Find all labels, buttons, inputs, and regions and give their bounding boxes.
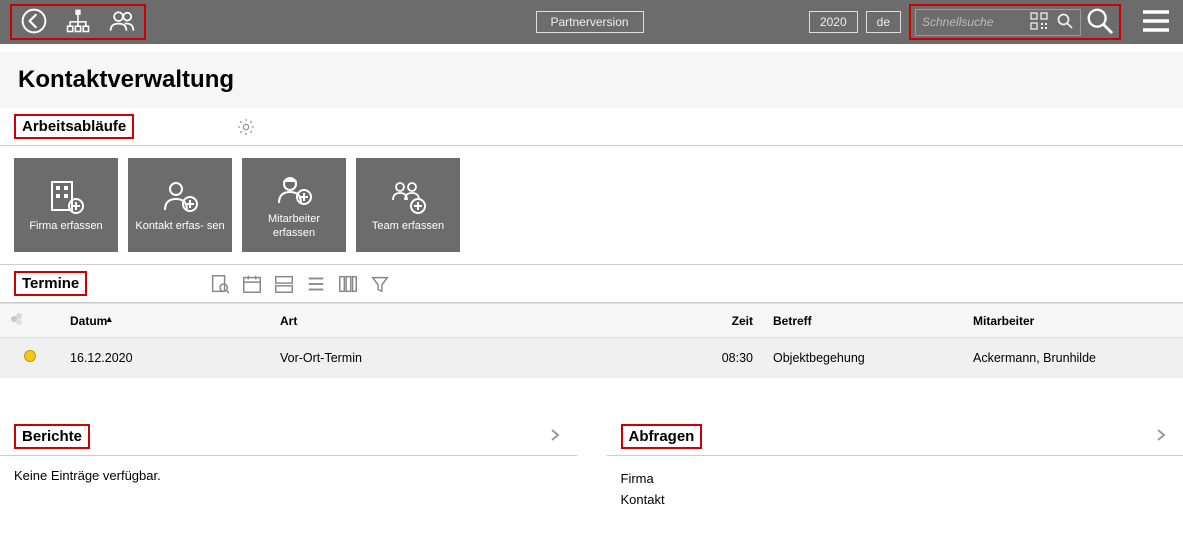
tile-label: Team erfassen: [372, 220, 444, 234]
language-selector[interactable]: de: [866, 11, 901, 33]
chevron-right-icon[interactable]: [547, 427, 563, 446]
search-icon-small[interactable]: [1056, 12, 1074, 33]
filter-icon[interactable]: [369, 273, 391, 295]
status-dot-icon: [24, 350, 36, 362]
qr-icon[interactable]: [1030, 12, 1048, 33]
reports-header: Berichte: [0, 418, 577, 456]
workflows-header: Arbeitsabläufe: [0, 108, 1183, 146]
reports-title: Berichte: [22, 428, 82, 445]
search-icon[interactable]: [1085, 6, 1115, 39]
tile-create-company[interactable]: Firma erfassen: [14, 158, 118, 252]
appointments-table: Datum ▲ Art Zeit Betreff Mitarbeiter 16.…: [0, 303, 1183, 378]
bottom-columns: Berichte Keine Einträge verfügbar. Abfra…: [0, 418, 1183, 522]
sort-asc-icon: ▲: [105, 314, 114, 324]
partner-version-badge[interactable]: Partnerversion: [536, 11, 644, 33]
chevron-right-icon[interactable]: [1153, 427, 1169, 446]
cell-type: Vor-Ort-Termin: [270, 338, 673, 378]
menu-icon[interactable]: [1139, 4, 1173, 41]
appointments-title: Termine: [22, 275, 79, 292]
reports-empty-text: Keine Einträge verfügbar.: [14, 468, 161, 483]
quick-search-input[interactable]: [922, 15, 1022, 29]
query-item-firma[interactable]: Firma: [621, 468, 1170, 489]
workflows-section: Arbeitsabläufe Firma erfassen Kontakt er…: [0, 108, 1183, 264]
people-icon[interactable]: [108, 7, 136, 38]
tile-create-contact[interactable]: Kontakt erfas- sen: [128, 158, 232, 252]
top-bar: Partnerversion 2020 de: [0, 0, 1183, 44]
org-chart-icon[interactable]: [64, 7, 92, 38]
queries-title: Abfragen: [629, 428, 695, 445]
calendar-icon[interactable]: [241, 273, 263, 295]
tile-create-team[interactable]: Team erfassen: [356, 158, 460, 252]
queries-body: Firma Kontakt: [607, 456, 1183, 522]
reports-body: Keine Einträge verfügbar.: [0, 456, 577, 495]
year-selector[interactable]: 2020: [809, 11, 858, 33]
appointments-section: Termine Datum ▲ Art Zeit Betreff Mitarbe…: [0, 264, 1183, 378]
appointments-toolbar: [209, 273, 391, 295]
columns-icon[interactable]: [337, 273, 359, 295]
search-group: [909, 4, 1121, 40]
search-input-wrap: [915, 9, 1081, 36]
tile-label: Kontakt erfas- sen: [135, 220, 224, 234]
page-title-bar: Kontaktverwaltung: [0, 52, 1183, 108]
queries-section: Abfragen Firma Kontakt: [607, 418, 1183, 522]
nav-icon-group: [10, 4, 146, 40]
workflows-title: Arbeitsabläufe: [22, 118, 126, 135]
gear-icon[interactable]: [236, 117, 256, 137]
cell-date: 16.12.2020: [60, 338, 270, 378]
table-header-row: Datum ▲ Art Zeit Betreff Mitarbeiter: [0, 304, 1183, 338]
preview-icon[interactable]: [209, 273, 231, 295]
back-icon[interactable]: [20, 7, 48, 38]
tile-label: Firma erfassen: [29, 220, 102, 234]
cell-subject: Objektbegehung: [763, 338, 963, 378]
query-item-kontakt[interactable]: Kontakt: [621, 489, 1170, 510]
workflow-tiles: Firma erfassen Kontakt erfas- sen Mitarb…: [0, 146, 1183, 264]
col-date[interactable]: Datum ▲: [60, 304, 270, 338]
tile-create-employee[interactable]: Mitarbeiter erfassen: [242, 158, 346, 252]
appointments-header: Termine: [0, 264, 1183, 303]
table-row[interactable]: 16.12.2020 Vor-Ort-Termin 08:30 Objektbe…: [0, 338, 1183, 378]
col-employee[interactable]: Mitarbeiter: [963, 304, 1183, 338]
card-view-icon[interactable]: [273, 273, 295, 295]
col-type[interactable]: Art: [270, 304, 673, 338]
col-time[interactable]: Zeit: [673, 304, 763, 338]
list-view-icon[interactable]: [305, 273, 327, 295]
page-title: Kontaktverwaltung: [18, 66, 1165, 94]
cell-employee: Ackermann, Brunhilde: [963, 338, 1183, 378]
queries-header: Abfragen: [607, 418, 1183, 456]
col-status[interactable]: [0, 304, 60, 338]
reports-section: Berichte Keine Einträge verfügbar.: [0, 418, 577, 522]
cell-time: 08:30: [673, 338, 763, 378]
tile-label: Mitarbeiter erfassen: [246, 213, 342, 241]
col-subject[interactable]: Betreff: [763, 304, 963, 338]
